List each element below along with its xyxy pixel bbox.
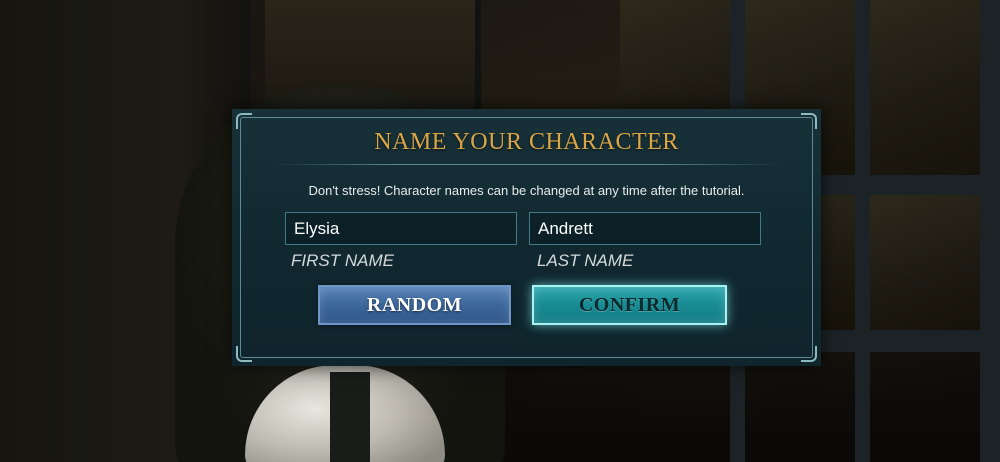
corner-ornament bbox=[236, 346, 252, 362]
first-name-input[interactable]: Elysia bbox=[285, 212, 517, 245]
confirm-button[interactable]: CONFIRM bbox=[532, 285, 727, 325]
random-button[interactable]: RANDOM bbox=[318, 285, 511, 325]
game-scene: NAME YOUR CHARACTER Don't stress! Charac… bbox=[0, 0, 1000, 462]
dialog-subtitle: Don't stress! Character names can be cha… bbox=[308, 183, 745, 198]
last-name-label: LAST NAME bbox=[537, 251, 634, 270]
title-divider bbox=[272, 164, 781, 165]
corner-ornament bbox=[801, 113, 817, 129]
last-name-input[interactable]: Andrett bbox=[529, 212, 761, 245]
corner-ornament bbox=[801, 346, 817, 362]
dialog-title: NAME YOUR CHARACTER bbox=[374, 129, 679, 155]
character-collar bbox=[330, 372, 370, 462]
first-name-label: FIRST NAME bbox=[291, 251, 394, 270]
name-character-dialog: NAME YOUR CHARACTER Don't stress! Charac… bbox=[232, 109, 821, 366]
corner-ornament bbox=[236, 113, 252, 129]
